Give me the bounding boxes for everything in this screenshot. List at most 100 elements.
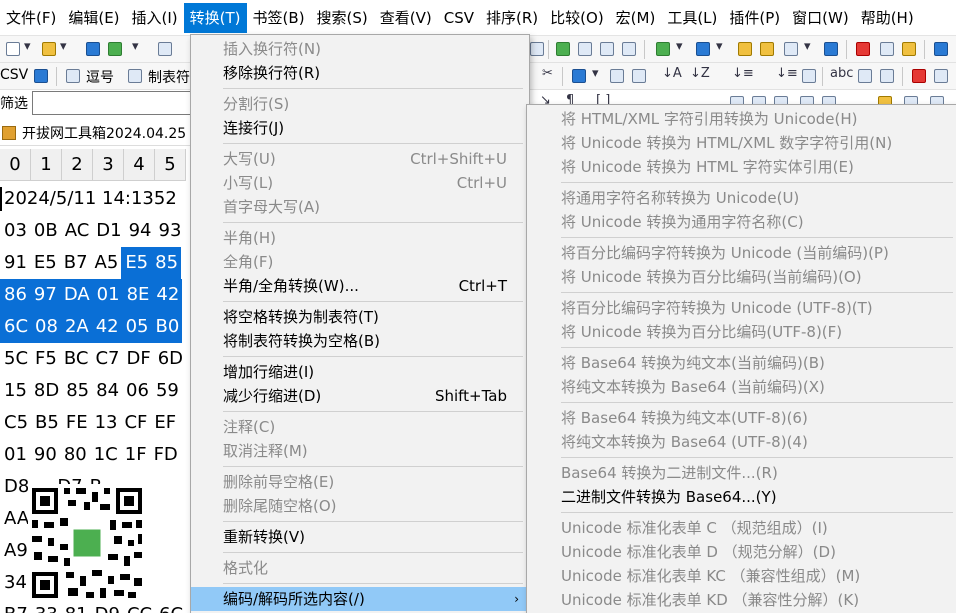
- hex-cell[interactable]: 90: [30, 439, 60, 471]
- hex-cell[interactable]: 8E: [122, 279, 153, 311]
- hex-cell[interactable]: 85: [151, 247, 182, 279]
- encode-submenu-item-16[interactable]: 将 Base64 转换为纯文本(UTF-8)(6): [527, 406, 956, 430]
- encode-submenu-item-13[interactable]: 将 Base64 转换为纯文本(当前编码)(B): [527, 351, 956, 375]
- toolbar-icon[interactable]: [632, 69, 646, 83]
- hex-cell[interactable]: 42: [152, 279, 183, 311]
- menu-item-14[interactable]: 帮助(H): [855, 3, 920, 33]
- menu-item-9[interactable]: 比较(O): [544, 3, 610, 33]
- hex-cell[interactable]: CF: [120, 407, 150, 439]
- toolbar-icon[interactable]: [934, 69, 948, 83]
- toolbar-icon[interactable]: [622, 42, 636, 56]
- convert-menu-item-4[interactable]: 连接行(J): [191, 116, 529, 140]
- spell-check-icon[interactable]: abc: [830, 66, 853, 81]
- filter-input[interactable]: [32, 91, 192, 115]
- encode-submenu-item-4[interactable]: 将通用字符名称转换为 Unicode(U): [527, 186, 956, 210]
- play-macro-icon[interactable]: [880, 42, 894, 56]
- new-file-icon[interactable]: [6, 42, 20, 56]
- toolbar-icon[interactable]: [738, 42, 752, 56]
- save-icon[interactable]: [86, 42, 100, 56]
- menu-item-8[interactable]: 排序(R): [480, 3, 544, 33]
- toolbar-icon[interactable]: [902, 42, 916, 56]
- hex-cell[interactable]: 8D: [30, 375, 62, 407]
- hex-cell[interactable]: C5: [0, 407, 31, 439]
- encode-submenu-item-11[interactable]: 将 Unicode 转换为百分比编码(UTF-8)(F): [527, 320, 956, 344]
- csv-view-icon[interactable]: [556, 42, 570, 56]
- dropdown-arrow-icon[interactable]: ▾: [592, 66, 599, 81]
- hex-cell[interactable]: 80: [60, 439, 90, 471]
- convert-menu-item-0[interactable]: 插入换行符(N): [191, 37, 529, 61]
- encode-submenu-item-0[interactable]: 将 HTML/XML 字符引用转换为 Unicode(H): [527, 107, 956, 131]
- hex-cell[interactable]: 91: [0, 247, 30, 279]
- tab-separator-icon[interactable]: [128, 69, 142, 83]
- convert-menu-item-14[interactable]: 将空格转换为制表符(T): [191, 305, 529, 329]
- menu-item-3[interactable]: 转换(T): [183, 2, 247, 33]
- open-folder-icon[interactable]: [42, 42, 56, 56]
- toolbar-icon[interactable]: [696, 42, 710, 56]
- convert-menu-item-12[interactable]: 半角/全角转换(W)... Ctrl+T: [191, 274, 529, 298]
- hex-cell[interactable]: AC: [61, 215, 93, 247]
- encode-submenu-item-2[interactable]: 将 Unicode 转换为 HTML 字符实体引用(E): [527, 155, 956, 179]
- hex-cell[interactable]: FE: [62, 407, 91, 439]
- hex-cell[interactable]: 34: [0, 567, 30, 599]
- dropdown-arrow-icon[interactable]: ▾: [60, 39, 67, 54]
- dropdown-arrow-icon[interactable]: ▾: [804, 39, 811, 54]
- dropdown-arrow-icon[interactable]: ▾: [132, 39, 139, 54]
- menu-item-13[interactable]: 窗口(W): [786, 3, 855, 33]
- hex-cell[interactable]: 1F: [121, 439, 150, 471]
- menu-item-1[interactable]: 编辑(E): [62, 3, 125, 33]
- convert-menu-item-26[interactable]: 重新转换(V): [191, 525, 529, 549]
- hex-cell[interactable]: B5: [31, 407, 62, 439]
- hex-cell[interactable]: 06: [122, 375, 152, 407]
- toolbar-icon[interactable]: [578, 42, 592, 56]
- hex-cell[interactable]: 94: [125, 215, 155, 247]
- hex-cell[interactable]: 01: [0, 439, 30, 471]
- menu-item-4[interactable]: 书签(B): [247, 3, 311, 33]
- menu-item-0[interactable]: 文件(F): [0, 3, 62, 33]
- hex-cell[interactable]: 2024/5/11 14:1352: [0, 183, 180, 215]
- hex-cell[interactable]: 08: [31, 311, 61, 343]
- encode-submenu-item-10[interactable]: 将百分比编码字符转换为 Unicode (UTF-8)(T): [527, 296, 956, 320]
- convert-menu-item-20[interactable]: 注释(C): [191, 415, 529, 439]
- sort-icon[interactable]: ↓≡: [776, 66, 798, 81]
- menu-item-5[interactable]: 搜索(S): [311, 3, 374, 33]
- encode-submenu-item-8[interactable]: 将 Unicode 转换为百分比编码(当前编码)(O): [527, 265, 956, 289]
- menu-item-12[interactable]: 插件(P): [723, 3, 786, 33]
- encode-submenu-item-14[interactable]: 将纯文本转换为 Base64 (当前编码)(X): [527, 375, 956, 399]
- encode-submenu-item-23[interactable]: Unicode 标准化表单 D （规范分解）(D): [527, 540, 956, 564]
- hex-cell[interactable]: 42: [91, 311, 122, 343]
- convert-menu-item-8[interactable]: 首字母大写(A): [191, 195, 529, 219]
- menu-item-7[interactable]: CSV: [438, 3, 480, 33]
- dropdown-arrow-icon[interactable]: ▾: [24, 39, 31, 54]
- convert-menu-item-10[interactable]: 半角(H): [191, 226, 529, 250]
- hex-cell[interactable]: 93: [155, 215, 185, 247]
- hex-cell[interactable]: 97: [29, 279, 60, 311]
- tab-separator-button[interactable]: 制表符: [148, 67, 190, 87]
- convert-menu-item-11[interactable]: 全角(F): [191, 250, 529, 274]
- hex-cell[interactable]: 6D: [154, 343, 186, 375]
- hex-cell[interactable]: C7: [91, 343, 122, 375]
- convert-menu-item-21[interactable]: 取消注释(M): [191, 439, 529, 463]
- toolbar-icon[interactable]: [912, 69, 926, 83]
- convert-menu-item-3[interactable]: 分割行(S): [191, 92, 529, 116]
- encode-submenu-item-24[interactable]: Unicode 标准化表单 KC （兼容性组成）(M): [527, 564, 956, 588]
- convert-menu-item-28[interactable]: 格式化: [191, 556, 529, 580]
- convert-menu-item-7[interactable]: 小写(L) Ctrl+U: [191, 171, 529, 195]
- encode-submenu-item-5[interactable]: 将 Unicode 转换为通用字符名称(C): [527, 210, 956, 234]
- convert-menu-item-1[interactable]: 移除换行符(R): [191, 61, 529, 85]
- csv-mode-icon[interactable]: [34, 69, 48, 83]
- print-icon[interactable]: [158, 42, 172, 56]
- window-icon[interactable]: [934, 42, 948, 56]
- hex-cell[interactable]: FD: [150, 439, 181, 471]
- hex-cell[interactable]: E5: [121, 247, 152, 279]
- hex-cell[interactable]: 2A: [60, 311, 92, 343]
- convert-menu-item-18[interactable]: 减少行缩进(D) Shift+Tab: [191, 384, 529, 408]
- convert-menu-item-17[interactable]: 增加行缩进(I): [191, 360, 529, 384]
- encode-submenu-item-22[interactable]: Unicode 标准化表单 C （规范组成）(I): [527, 516, 956, 540]
- record-macro-icon[interactable]: [856, 42, 870, 56]
- toolbar-icon[interactable]: [784, 42, 798, 56]
- hex-cell[interactable]: DA: [59, 279, 93, 311]
- toolbar-icon[interactable]: [600, 42, 614, 56]
- sort-ascending-icon[interactable]: ↓A: [662, 66, 682, 81]
- comma-separator-icon[interactable]: [66, 69, 80, 83]
- hex-cell[interactable]: B0: [151, 311, 183, 343]
